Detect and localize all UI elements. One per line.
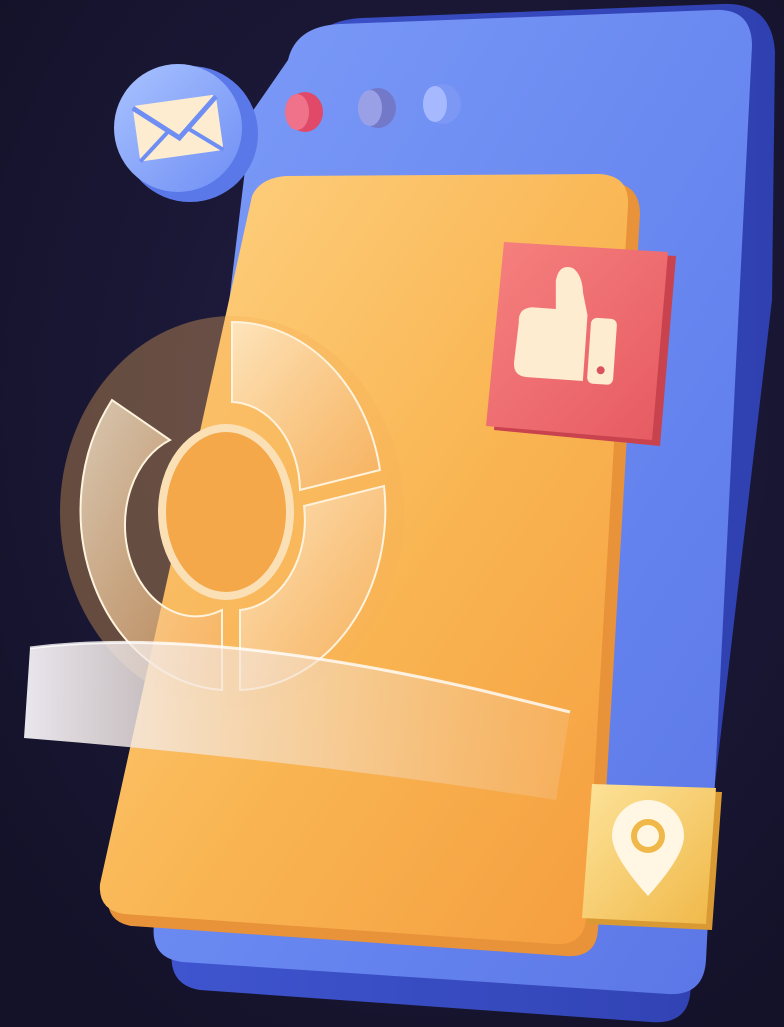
donut-hole [158, 424, 294, 600]
illustration-canvas [0, 0, 784, 1027]
illustration [0, 0, 784, 1027]
mail-icon [131, 94, 225, 163]
location-card [582, 784, 722, 930]
like-card [486, 242, 676, 446]
